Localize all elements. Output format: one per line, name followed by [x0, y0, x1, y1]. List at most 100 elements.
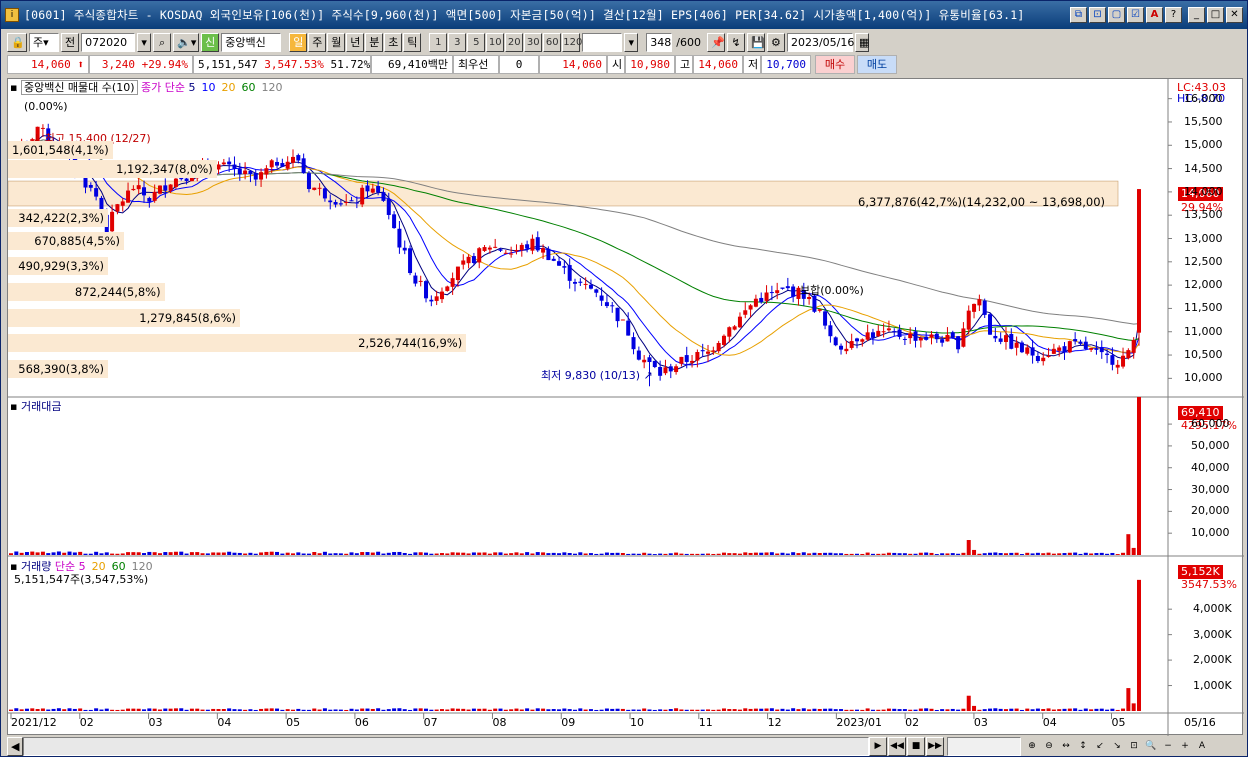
- candle-body: [94, 188, 99, 197]
- date-input[interactable]: 2023/05/16: [786, 32, 854, 52]
- layout-icon[interactable]: ⧉: [1070, 7, 1087, 23]
- volume-bar: [1041, 709, 1046, 711]
- interval-button-3[interactable]: 3: [448, 32, 467, 52]
- amount-bar: [1121, 552, 1126, 555]
- close-icon[interactable]: ✕: [1226, 7, 1243, 23]
- volume-bar: [248, 709, 253, 711]
- buy-button[interactable]: 매수: [815, 55, 855, 74]
- speaker-icon[interactable]: 🔈▾: [173, 32, 200, 52]
- chart-tool-10[interactable]: A: [1194, 736, 1210, 756]
- minimize-icon[interactable]: _: [1188, 7, 1205, 23]
- save-icon[interactable]: 💾: [746, 32, 765, 52]
- candle-body: [1126, 350, 1131, 359]
- volume-bar: [450, 708, 455, 711]
- compare-icon[interactable]: ↯: [726, 32, 745, 52]
- chart-tool-0[interactable]: ⊕: [1024, 736, 1040, 756]
- amount-bar: [982, 553, 987, 555]
- nav-button-2[interactable]: ■: [907, 736, 925, 756]
- pin-icon[interactable]: 📌: [706, 32, 725, 52]
- ma-legend-20: 20: [221, 81, 236, 94]
- period-tab-4[interactable]: 분: [365, 32, 384, 52]
- interval-button-60[interactable]: 60: [543, 32, 562, 52]
- amount-bar: [413, 552, 418, 555]
- volume-tick-label: 2,000K: [1193, 653, 1232, 667]
- prev-button[interactable]: 전: [61, 32, 80, 52]
- chart-tool-2[interactable]: ↔: [1058, 736, 1074, 756]
- lock-icon[interactable]: 🔒: [7, 32, 27, 52]
- period-tab-2[interactable]: 월: [327, 32, 346, 52]
- chart-tool-8[interactable]: −: [1160, 736, 1176, 756]
- candle-body: [700, 350, 705, 352]
- interval-dropdown-icon[interactable]: ▾: [624, 32, 639, 52]
- chart-tool-3[interactable]: ↕: [1075, 736, 1091, 756]
- period-tab-3[interactable]: 년: [346, 32, 365, 52]
- candle-body: [828, 325, 833, 337]
- chart-tool-7[interactable]: 🔍: [1143, 736, 1159, 756]
- window-icon[interactable]: ▢: [1108, 7, 1125, 23]
- interval-button-30[interactable]: 30: [524, 32, 543, 52]
- interval-button-20[interactable]: 20: [505, 32, 524, 52]
- chart-tool-9[interactable]: +: [1177, 736, 1193, 756]
- period-tab-6[interactable]: 틱: [403, 32, 422, 52]
- amount-bar: [785, 553, 790, 555]
- sell-button[interactable]: 매도: [857, 55, 897, 74]
- help-icon[interactable]: ?: [1165, 7, 1182, 23]
- chart-tool-6[interactable]: ⊡: [1126, 736, 1142, 756]
- candle-body: [674, 366, 679, 373]
- settings-icon[interactable]: ⚙: [766, 32, 785, 52]
- volume-bar: [386, 709, 391, 711]
- chart-tool-5[interactable]: ↘: [1109, 736, 1125, 756]
- period-tab-0[interactable]: 일: [289, 32, 308, 52]
- volume-bar: [988, 708, 993, 711]
- interval-button-120[interactable]: 120: [562, 32, 582, 52]
- amount-bar: [1019, 554, 1024, 555]
- interval-button-10[interactable]: 10: [486, 32, 505, 52]
- chart-area[interactable]: ▪ 중앙백신 매물대 수(10) 종가 단순 5 10 20 60 120 (0.00%…: [7, 78, 1244, 736]
- amount-bar: [695, 553, 700, 555]
- candle-body: [1094, 348, 1099, 350]
- font-icon[interactable]: A: [1146, 7, 1163, 23]
- period-tab-5[interactable]: 초: [384, 32, 403, 52]
- maximize-icon[interactable]: □: [1207, 7, 1224, 23]
- volume-bar: [663, 709, 668, 711]
- amount-bar: [551, 552, 556, 555]
- horizontal-scrollbar[interactable]: [23, 736, 869, 756]
- candle-body: [306, 173, 311, 189]
- code-dropdown-icon[interactable]: ▾: [137, 32, 152, 52]
- volume-bar: [737, 709, 742, 711]
- count-input[interactable]: 348: [646, 32, 673, 52]
- chart-tool-1[interactable]: ⊖: [1041, 736, 1057, 756]
- candle-body: [1035, 355, 1040, 362]
- volume-bar: [1089, 709, 1094, 711]
- amount-bar: [876, 553, 881, 555]
- period-tab-1[interactable]: 주: [308, 32, 327, 52]
- stock-type-select[interactable]: 주▾: [29, 32, 59, 52]
- chart-tool-4[interactable]: ↙: [1092, 736, 1108, 756]
- restore-icon[interactable]: ⊡: [1089, 7, 1106, 23]
- current-price: 14,060 ⬆: [7, 55, 89, 74]
- volume-bar: [833, 709, 838, 711]
- navigation-buttons: ▶ ◀◀ ■ ▶▶: [869, 736, 944, 756]
- volume-bar: [189, 708, 194, 711]
- interval-button-5[interactable]: 5: [467, 32, 486, 52]
- volume-bar: [514, 708, 519, 711]
- nav-button-3[interactable]: ▶▶: [926, 736, 944, 756]
- search-icon[interactable]: ⌕: [153, 32, 172, 52]
- nav-button-0[interactable]: ▶: [869, 736, 887, 756]
- scroll-left-icon[interactable]: ◀: [7, 736, 23, 756]
- stock-name-field[interactable]: 중앙백신: [221, 32, 282, 52]
- interval-button-1[interactable]: 1: [429, 32, 448, 52]
- candle-body: [929, 334, 934, 338]
- calendar-icon[interactable]: ▦: [854, 32, 869, 52]
- x-tick-label: 2023/01: [836, 716, 883, 729]
- candle-body: [1062, 346, 1067, 352]
- volume-bar: [1126, 688, 1131, 711]
- zoom-slider[interactable]: [947, 736, 1021, 756]
- candle-body: [126, 190, 131, 203]
- amount-bar: [934, 554, 939, 555]
- interval-input[interactable]: [582, 32, 623, 52]
- nav-button-1[interactable]: ◀◀: [888, 736, 906, 756]
- code-input[interactable]: 072020: [81, 32, 136, 52]
- candle-body: [227, 161, 232, 165]
- checkbox-icon[interactable]: ☑: [1127, 7, 1144, 23]
